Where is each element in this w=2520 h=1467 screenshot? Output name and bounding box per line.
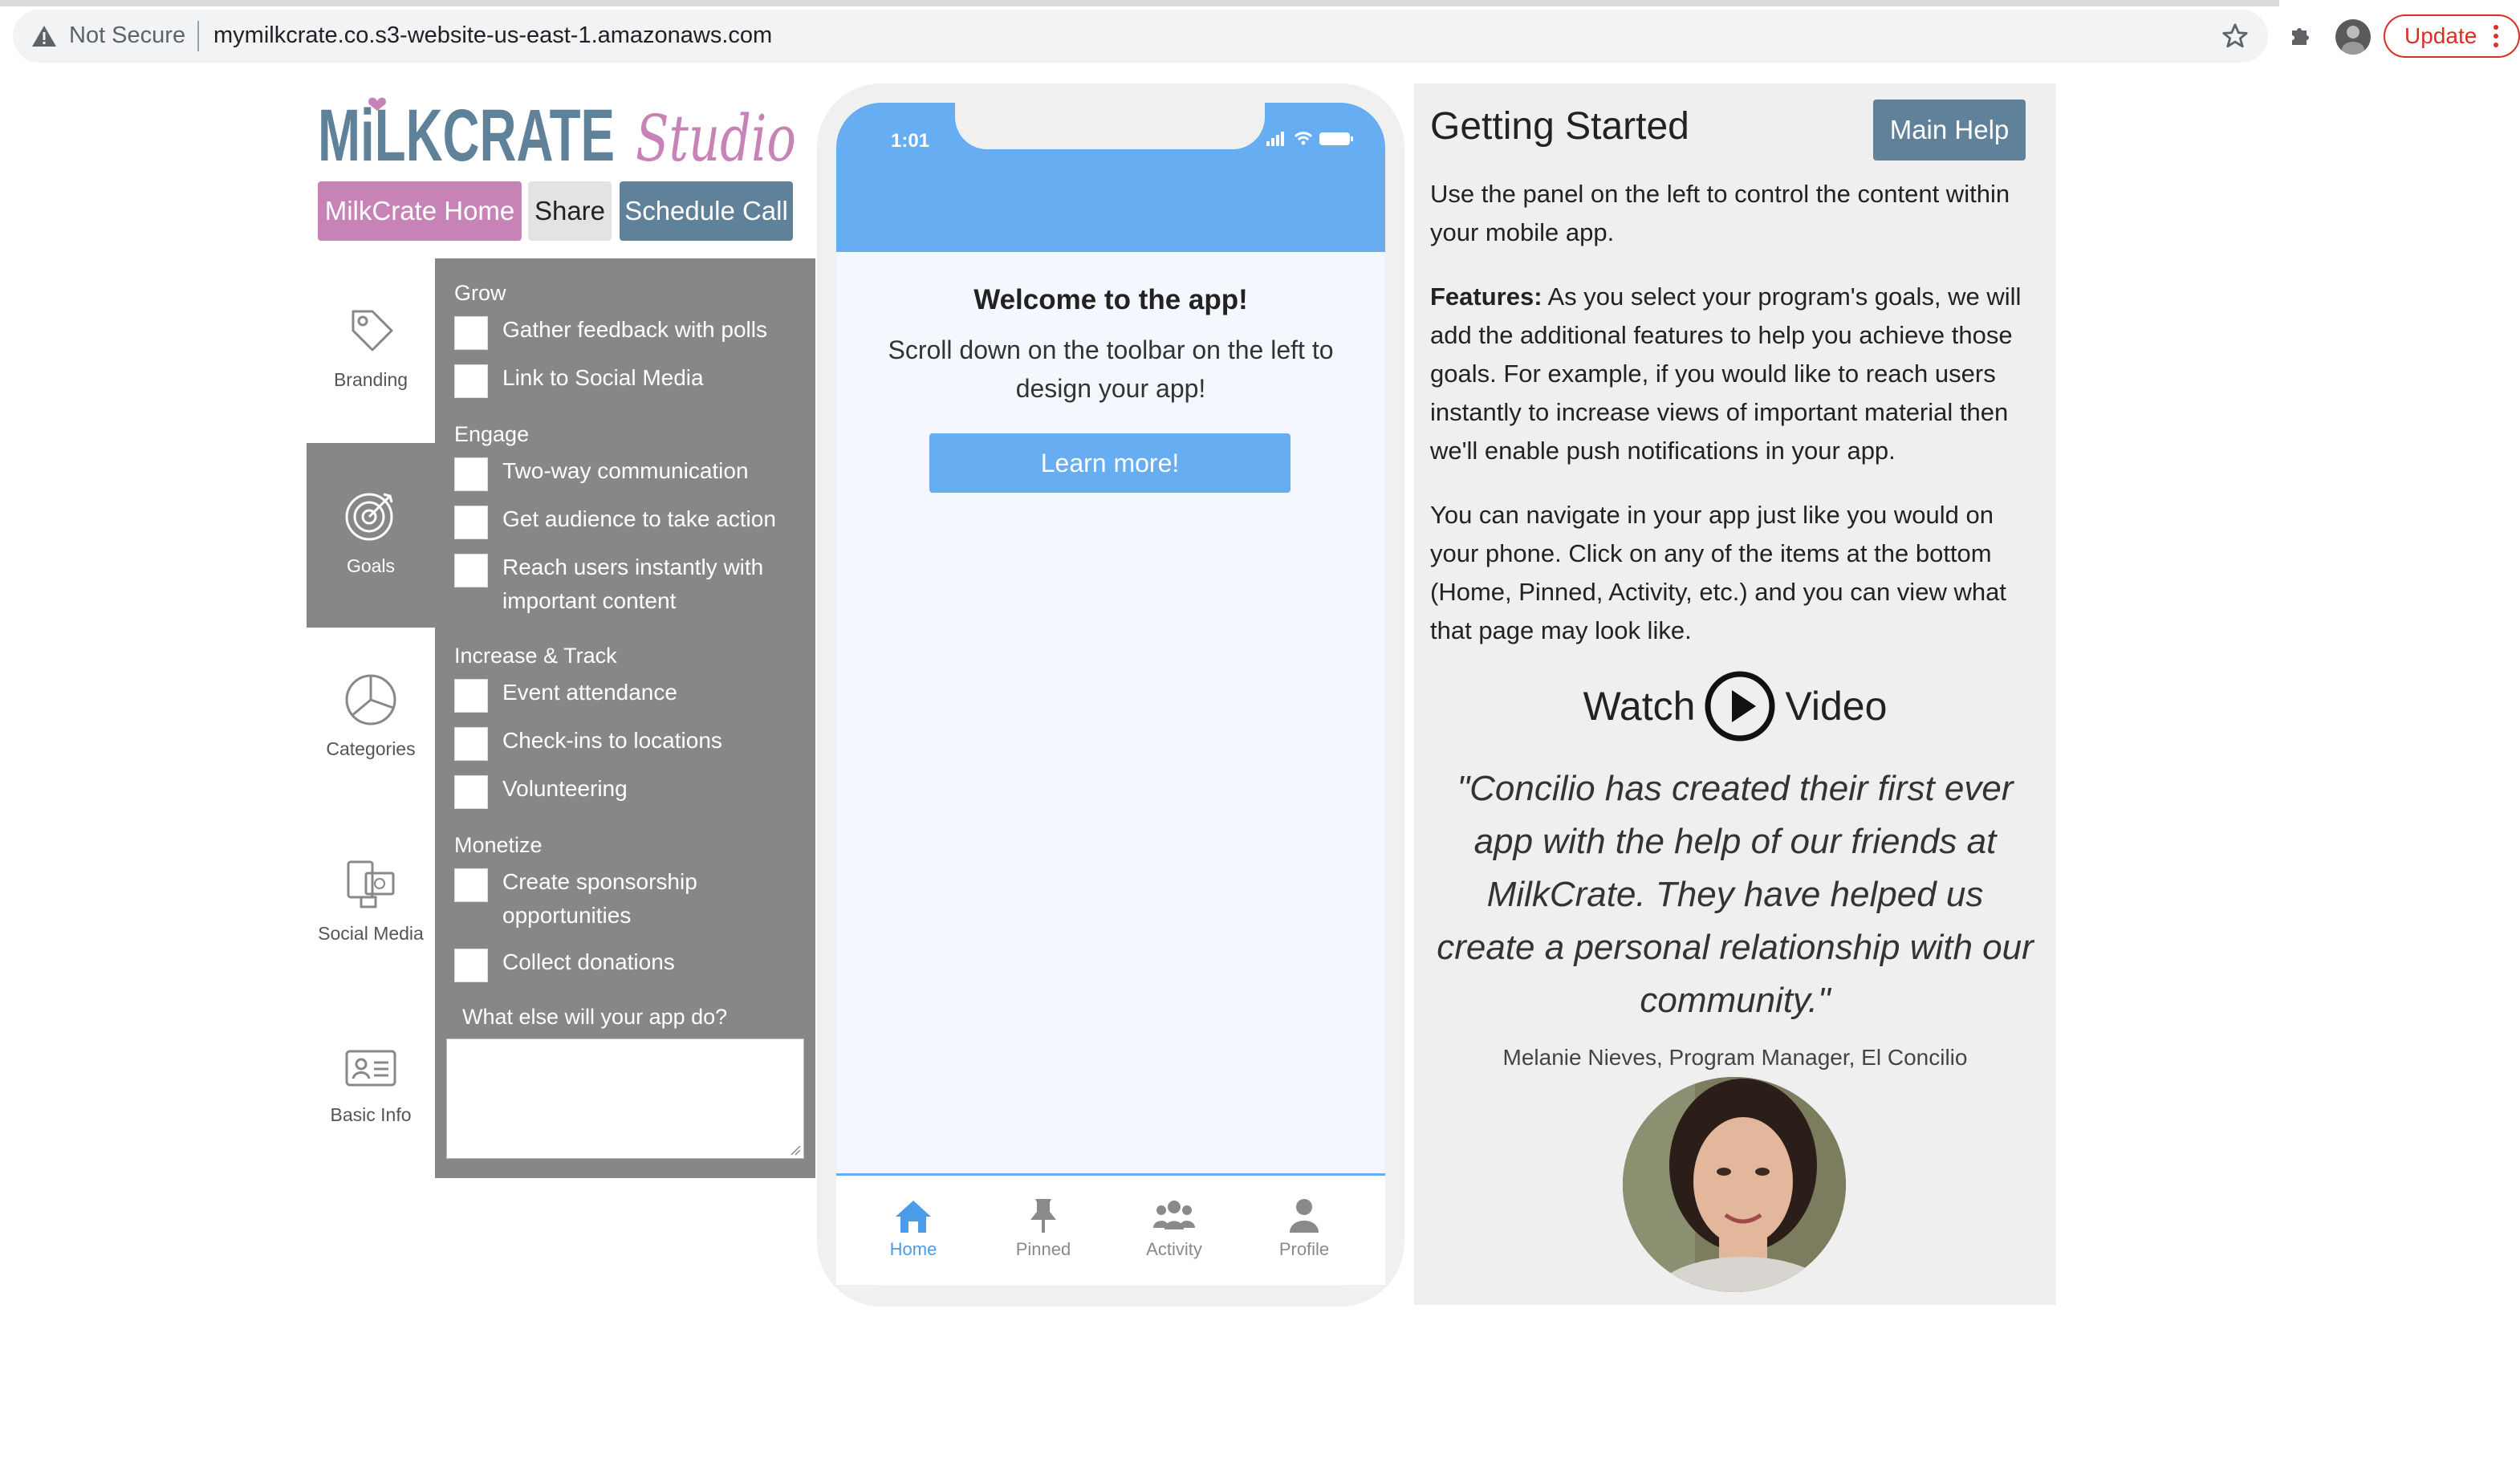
tab-social-media[interactable]: Social Media	[307, 831, 435, 1016]
watch-video-link[interactable]: Watch Video	[1414, 671, 2056, 745]
id-card-icon	[345, 1050, 396, 1087]
address-divider	[197, 21, 199, 51]
browser-tabstrip-edge	[0, 0, 2279, 6]
checkbox-label[interactable]: Collect donations	[502, 945, 799, 979]
play-circle-icon	[1705, 671, 1775, 742]
tag-icon	[352, 310, 393, 352]
phone-tab-pinned[interactable]: Pinned	[995, 1196, 1091, 1260]
checkbox[interactable]	[454, 506, 488, 539]
milkcrate-home-button[interactable]: MilkCrate Home	[318, 181, 522, 241]
phone-clock: 1:01	[891, 130, 930, 152]
phone-notch	[955, 90, 1265, 149]
browser-update-button[interactable]: Update	[2384, 14, 2520, 58]
checkbox[interactable]	[454, 679, 488, 713]
checkbox-label[interactable]: Gather feedback with polls	[502, 313, 799, 347]
target-icon	[345, 493, 393, 541]
checkbox-label[interactable]: Get audience to take action	[502, 502, 799, 536]
tab-categories[interactable]: Categories	[307, 647, 435, 831]
help-intro: Use the panel on the left to control the…	[1430, 180, 2010, 246]
schedule-call-button[interactable]: Schedule Call	[620, 181, 793, 241]
profile-photo-icon	[2342, 26, 2364, 55]
checkbox-label[interactable]: Link to Social Media	[502, 361, 799, 395]
home-icon	[896, 1201, 931, 1233]
url-text[interactable]: mymilkcrate.co.s3-website-us-east-1.amaz…	[213, 22, 772, 49]
extensions-puzzle-icon[interactable]	[2287, 21, 2316, 50]
resize-handle-icon[interactable]	[788, 1143, 801, 1156]
tab-goals[interactable]: Goals	[307, 443, 435, 628]
milkcrate-studio-logo: MiLKCRATE Studio	[318, 95, 796, 170]
welcome-title: Welcome to the app!	[973, 284, 1248, 315]
learn-more-button[interactable]: Learn more!	[929, 433, 1290, 493]
tab-categories-label: Categories	[326, 738, 416, 759]
checkbox-label[interactable]: Check-ins to locations	[502, 724, 799, 758]
help-navigate: You can navigate in your app just like y…	[1430, 501, 2006, 644]
other-features-textarea[interactable]	[446, 1038, 804, 1159]
checkbox[interactable]	[454, 868, 488, 902]
checkbox-label[interactable]: Reach users instantly with important con…	[502, 551, 799, 618]
pie-chart-icon	[345, 674, 396, 725]
group-title-increase-track: Increase & Track	[454, 644, 617, 668]
checkbox[interactable]	[454, 364, 488, 398]
checkbox-label[interactable]: Event attendance	[502, 676, 799, 709]
group-title-grow: Grow	[454, 281, 506, 305]
other-features-question: What else will your app do?	[462, 1005, 728, 1029]
tab-basic-info[interactable]: Basic Info	[307, 1016, 435, 1201]
phone-tab-home[interactable]: Home	[865, 1196, 961, 1260]
tab-basic-info-label: Basic Info	[330, 1104, 412, 1125]
bookmark-star-icon[interactable]	[2221, 22, 2249, 50]
status-bar-icons	[1266, 132, 1353, 146]
phone-tab-pinned-label: Pinned	[1015, 1239, 1071, 1259]
phone-tab-profile-label: Profile	[1278, 1239, 1330, 1259]
phone-tab-home-label: Home	[889, 1239, 937, 1259]
help-features: Features: As you select your program's g…	[1430, 278, 2046, 470]
checkbox[interactable]	[454, 554, 488, 587]
checkbox[interactable]	[454, 457, 488, 491]
checkbox-label[interactable]: Volunteering	[502, 772, 799, 806]
checkbox[interactable]	[454, 727, 488, 761]
checkbox-label[interactable]: Create sponsorship opportunities	[502, 865, 799, 933]
features-label: Features:	[1430, 282, 1542, 311]
phone-tab-activity-label: Activity	[1146, 1239, 1202, 1259]
video-label: Video	[1785, 684, 1888, 729]
warning-icon[interactable]	[30, 24, 58, 48]
main-help-button[interactable]: Main Help	[1873, 100, 2026, 161]
phone-screen	[836, 103, 1385, 1286]
phone-tab-profile[interactable]: Profile	[1256, 1196, 1352, 1260]
help-title: Getting Started	[1430, 105, 1689, 148]
tab-branding[interactable]: Branding	[307, 270, 435, 454]
testimonial-quote: "Concilio has created their first ever a…	[1437, 769, 2034, 1020]
group-title-engage: Engage	[454, 422, 530, 446]
tab-branding-label: Branding	[333, 369, 408, 390]
tab-goals-label: Goals	[346, 555, 396, 576]
social-media-icon	[347, 860, 395, 908]
checkbox-label[interactable]: Two-way communication	[502, 454, 799, 488]
browser-profile-avatar[interactable]	[2335, 19, 2371, 55]
share-button[interactable]: Share	[528, 181, 612, 241]
checkbox[interactable]	[454, 775, 488, 809]
svg-text:MiLKCRATE: MiLKCRATE	[318, 95, 615, 170]
security-label[interactable]: Not Secure	[69, 22, 185, 49]
more-vertical-icon[interactable]	[2493, 24, 2499, 48]
testimonial-attribution: Melanie Nieves, Program Manager, El Conc…	[1502, 1045, 1968, 1070]
group-title-monetize: Monetize	[454, 833, 543, 857]
person-portrait-icon	[1623, 1077, 1846, 1292]
welcome-text: Scroll down on the toolbar on the left t…	[888, 335, 1334, 403]
pin-icon	[1030, 1199, 1056, 1233]
phone-tab-activity[interactable]: Activity	[1126, 1196, 1222, 1260]
testimonial-photo	[1623, 1077, 1846, 1292]
users-icon	[1153, 1201, 1195, 1229]
svg-text:Studio: Studio	[636, 101, 796, 170]
watch-label: Watch	[1583, 684, 1696, 729]
checkbox[interactable]	[454, 949, 488, 982]
tab-social-media-label: Social Media	[318, 923, 424, 944]
checkbox[interactable]	[454, 316, 488, 350]
user-icon	[1290, 1199, 1319, 1233]
